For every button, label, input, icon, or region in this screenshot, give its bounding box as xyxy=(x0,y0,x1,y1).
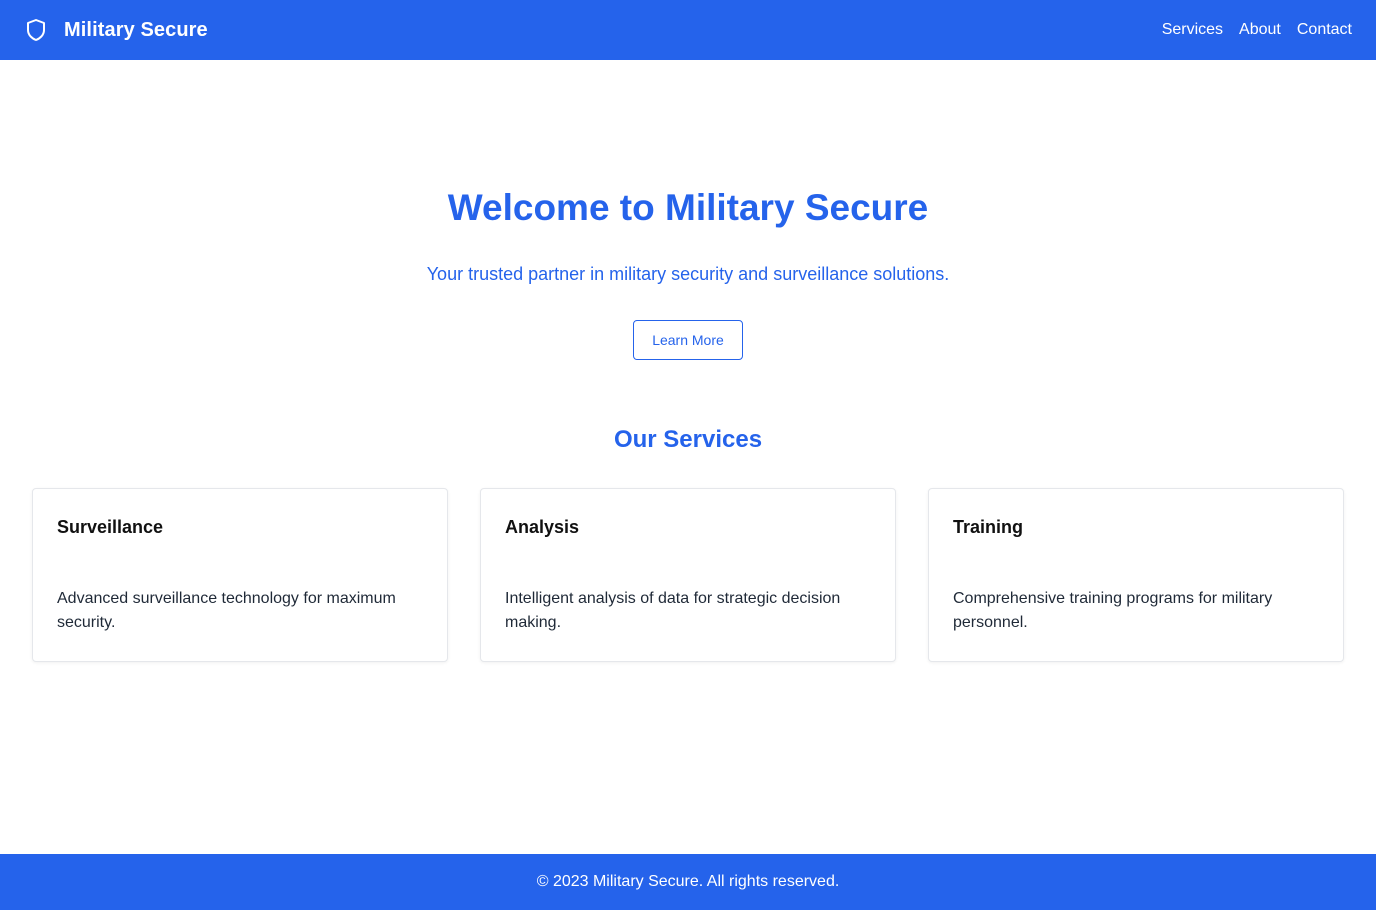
copyright-text: © 2023 Military Secure. All rights reser… xyxy=(536,873,840,890)
main-nav: Services About Contact xyxy=(1146,21,1352,39)
card-description: Comprehensive training programs for mili… xyxy=(953,590,1273,631)
service-card-surveillance: Surveillance Advanced surveillance techn… xyxy=(32,488,448,662)
shield-icon xyxy=(24,18,48,42)
learn-more-button[interactable]: Learn More xyxy=(633,320,743,360)
card-description: Advanced surveillance technology for max… xyxy=(57,590,396,631)
brand-name: Military Secure xyxy=(64,18,208,41)
nav-link-about[interactable]: About xyxy=(1239,21,1281,39)
top-navbar: Military Secure Services About Contact xyxy=(0,0,1376,60)
hero-title: Welcome to Military Secure xyxy=(447,187,929,228)
hero-subtitle: Your trusted partner in military securit… xyxy=(426,264,950,284)
card-title: Surveillance xyxy=(57,517,164,537)
service-card-analysis: Analysis Intelligent analysis of data fo… xyxy=(480,488,896,662)
card-title: Analysis xyxy=(505,517,580,537)
nav-link-services[interactable]: Services xyxy=(1162,21,1223,39)
brand[interactable]: Military Secure xyxy=(24,18,208,42)
card-title: Training xyxy=(953,517,1024,537)
nav-link-contact[interactable]: Contact xyxy=(1297,21,1352,39)
card-description: Intelligent analysis of data for strateg… xyxy=(505,590,841,631)
footer: © 2023 Military Secure. All rights reser… xyxy=(0,854,1376,910)
services-heading: Our Services xyxy=(613,426,763,453)
service-card-training: Training Comprehensive training programs… xyxy=(928,488,1344,662)
